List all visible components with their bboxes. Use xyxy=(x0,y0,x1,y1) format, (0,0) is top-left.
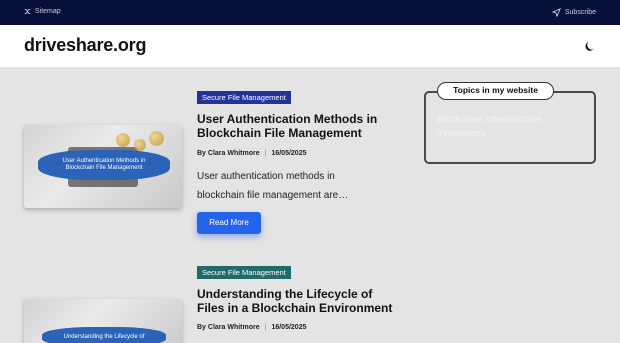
thumbnail-caption: Understanding the Lifecycle of xyxy=(42,327,166,343)
send-icon xyxy=(551,8,561,17)
post-meta: By Clara Whitmore | 16/05/2025 xyxy=(197,150,307,157)
meta-separator: | xyxy=(264,324,267,331)
post-date: 16/05/2025 xyxy=(271,324,307,331)
site-logo[interactable]: driveshare.org xyxy=(24,35,146,56)
site-header: driveshare.org xyxy=(0,25,620,67)
read-more-button[interactable]: Read More xyxy=(197,212,261,234)
post-thumbnail[interactable]: User Authentication Methods in Blockchai… xyxy=(24,125,182,208)
sitemap-link[interactable]: Sitemap xyxy=(24,8,61,15)
sitemap-label: Sitemap xyxy=(35,8,61,15)
shuffle-icon xyxy=(24,8,31,15)
meta-separator: | xyxy=(264,150,267,157)
moon-icon[interactable] xyxy=(584,40,596,52)
post-title[interactable]: User Authentication Methods in Blockchai… xyxy=(197,112,397,140)
post-meta: By Clara Whitmore | 16/05/2025 xyxy=(197,324,307,331)
category-tag[interactable]: Secure File Management xyxy=(197,266,291,279)
thumbnail-caption: User Authentication Methods in Blockchai… xyxy=(38,150,170,180)
coin-graphic xyxy=(116,133,130,147)
post-thumbnail[interactable]: Understanding the Lifecycle of xyxy=(24,299,182,343)
post-date: 16/05/2025 xyxy=(271,150,307,157)
subscribe-label: Subscribe xyxy=(564,9,596,16)
topic-link[interactable]: Blockchain Infrastructure Innovations xyxy=(437,113,587,141)
post-title[interactable]: Understanding the Lifecycle of Files in … xyxy=(197,287,397,315)
topics-heading: Topics in my website xyxy=(437,82,554,100)
top-bar: Sitemap Subscribe xyxy=(0,0,620,25)
category-tag[interactable]: Secure File Management xyxy=(197,91,291,104)
post-author[interactable]: By Clara Whitmore xyxy=(197,324,260,331)
coin-graphic xyxy=(149,131,164,146)
post-excerpt: User authentication methods in blockchai… xyxy=(197,171,349,201)
subscribe-link[interactable]: Subscribe xyxy=(551,8,596,17)
coin-graphic xyxy=(134,139,146,151)
post-author[interactable]: By Clara Whitmore xyxy=(197,150,260,157)
